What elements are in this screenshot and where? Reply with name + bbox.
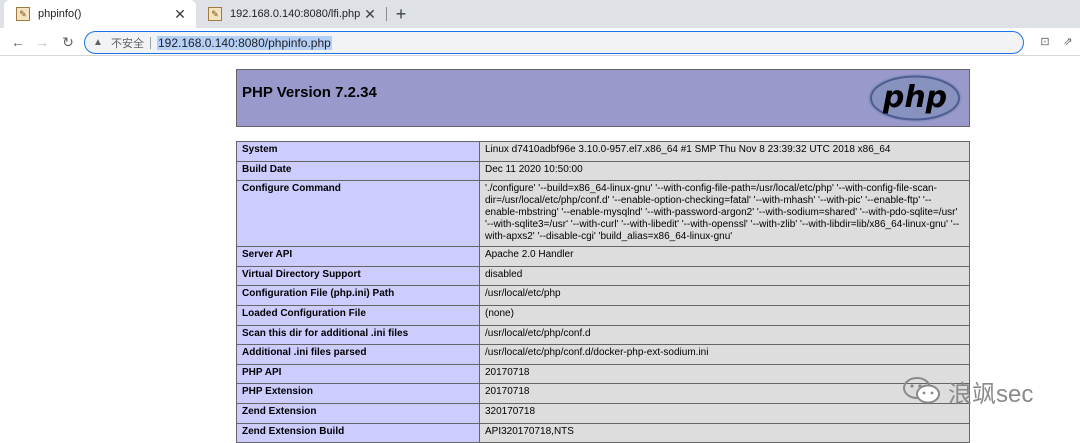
php-version-header: PHP Version 7.2.34 php: [236, 69, 970, 127]
row-value: /usr/local/etc/php/conf.d: [479, 324, 970, 346]
row-key: PHP API: [236, 363, 480, 385]
close-icon[interactable]: ✕: [172, 6, 188, 22]
browser-toolbar: ← → ↻ ▲ 不安全 192.168.0.140:8080/phpinfo.p…: [0, 28, 1080, 56]
security-status[interactable]: 不安全: [111, 35, 144, 51]
php-logo-text: php: [882, 80, 947, 115]
row-key: Virtual Directory Support: [236, 265, 480, 287]
table-row: Build Date Dec 11 2020 10:50:00: [236, 160, 970, 182]
watermark-text: 浪飒sec: [948, 381, 1034, 408]
row-key: PHP Extension: [236, 383, 480, 404]
tab-lfi[interactable]: ✎ 192.168.0.140:8080/lfi.php ✕: [196, 0, 386, 28]
php-favicon-icon: ✎: [208, 7, 222, 21]
page-title: PHP Version 7.2.34: [242, 84, 377, 101]
row-key: Loaded Configuration File: [236, 304, 480, 326]
row-key: System: [236, 141, 480, 162]
table-row: Zend Extension Build API320170718,NTS: [236, 422, 970, 443]
tab-title: 192.168.0.140:8080/lfi.php: [230, 8, 361, 20]
row-value: Linux d7410adbf96e 3.10.0-957.el7.x86_64…: [479, 141, 970, 162]
table-row: Scan this dir for additional .ini files …: [236, 324, 970, 346]
table-row: PHP API 20170718: [236, 363, 970, 385]
table-row: Loaded Configuration File (none): [236, 304, 970, 326]
table-row: Virtual Directory Support disabled: [236, 265, 970, 287]
table-row: Configuration File (php.ini) Path /usr/l…: [236, 285, 970, 306]
warning-triangle-icon[interactable]: ▲: [93, 37, 105, 49]
row-value: API320170718,NTS: [479, 422, 970, 443]
translate-icon[interactable]: ⊡: [1037, 34, 1053, 50]
table-row: Additional .ini files parsed /usr/local/…: [236, 344, 970, 365]
row-value: /usr/local/etc/php: [479, 285, 970, 306]
php-favicon-icon: ✎: [16, 7, 30, 21]
forward-arrow-icon[interactable]: →: [32, 32, 52, 52]
row-value: Dec 11 2020 10:50:00: [479, 160, 970, 182]
row-key: Scan this dir for additional .ini files: [236, 324, 480, 346]
tab-title: phpinfo(): [38, 8, 82, 20]
reload-icon[interactable]: ↻: [58, 32, 78, 52]
back-arrow-icon[interactable]: ←: [8, 32, 28, 52]
url-text[interactable]: 192.168.0.140:8080/phpinfo.php: [157, 35, 332, 50]
close-icon[interactable]: ✕: [362, 6, 378, 22]
tab-strip: ✎ phpinfo() ✕ ✎ 192.168.0.140:8080/lfi.p…: [0, 0, 1080, 28]
tab-separator: [386, 7, 387, 21]
row-value: 20170718: [479, 383, 970, 404]
row-value: 20170718: [479, 363, 970, 385]
table-row: Zend Extension 320170718: [236, 402, 970, 424]
row-value: 320170718: [479, 402, 970, 424]
row-key: Configuration File (php.ini) Path: [236, 285, 480, 306]
new-tab-plus-icon[interactable]: +: [391, 4, 411, 24]
row-value: (none): [479, 304, 970, 326]
row-value: Apache 2.0 Handler: [479, 246, 970, 267]
row-key: Additional .ini files parsed: [236, 344, 480, 365]
address-bar[interactable]: ▲ 不安全 192.168.0.140:8080/phpinfo.php: [84, 31, 1024, 54]
row-key: Zend Extension Build: [236, 422, 480, 443]
row-value: './configure' '--build=x86_64-linux-gnu'…: [479, 180, 970, 248]
watermark: 浪飒sec: [902, 371, 1052, 411]
row-key: Build Date: [236, 160, 480, 182]
info-table: System Linux d7410adbf96e 3.10.0-957.el7…: [236, 141, 970, 443]
row-value: /usr/local/etc/php/conf.d/docker-php-ext…: [479, 344, 970, 365]
table-row: PHP Extension 20170718: [236, 383, 970, 404]
php-logo[interactable]: php: [867, 73, 963, 123]
row-value: disabled: [479, 265, 970, 287]
omnibox-divider: [150, 36, 151, 49]
tab-phpinfo[interactable]: ✎ phpinfo() ✕: [4, 0, 196, 28]
share-icon[interactable]: ⇗: [1060, 34, 1076, 50]
table-row: System Linux d7410adbf96e 3.10.0-957.el7…: [236, 141, 970, 162]
table-row: Server API Apache 2.0 Handler: [236, 246, 970, 267]
wechat-icon: [903, 377, 940, 404]
row-key: Zend Extension: [236, 402, 480, 424]
row-key: Configure Command: [236, 180, 480, 248]
row-key: Server API: [236, 246, 480, 267]
table-row: Configure Command './configure' '--build…: [236, 180, 970, 248]
